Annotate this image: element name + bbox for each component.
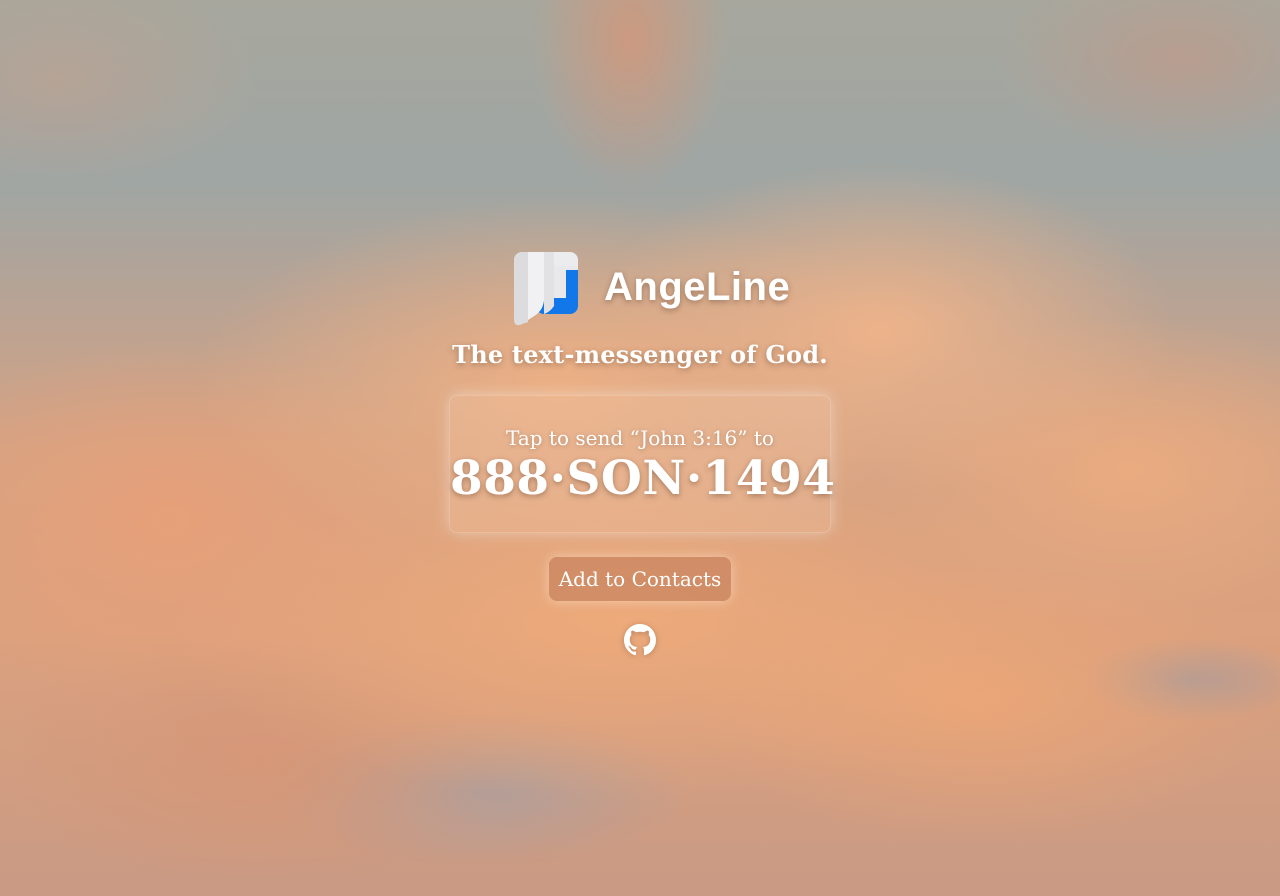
add-to-contacts-button[interactable]: Add to Contacts — [549, 557, 731, 601]
sms-prompt-text: Tap to send “John 3:16” to — [506, 426, 774, 450]
phone-number: 888·SON·1494 — [450, 451, 836, 506]
angeline-logo-icon — [514, 252, 578, 326]
app-name: AngeLine — [604, 265, 791, 309]
send-sms-card[interactable]: Tap to send “John 3:16” to 888·SON·1494 — [449, 395, 836, 533]
github-icon[interactable] — [624, 624, 656, 656]
brand-header: AngeLine — [514, 251, 814, 327]
landing-content: AngeLine The text-messenger of God. Tap … — [0, 0, 1280, 896]
tagline: The text-messenger of God. — [452, 340, 828, 369]
